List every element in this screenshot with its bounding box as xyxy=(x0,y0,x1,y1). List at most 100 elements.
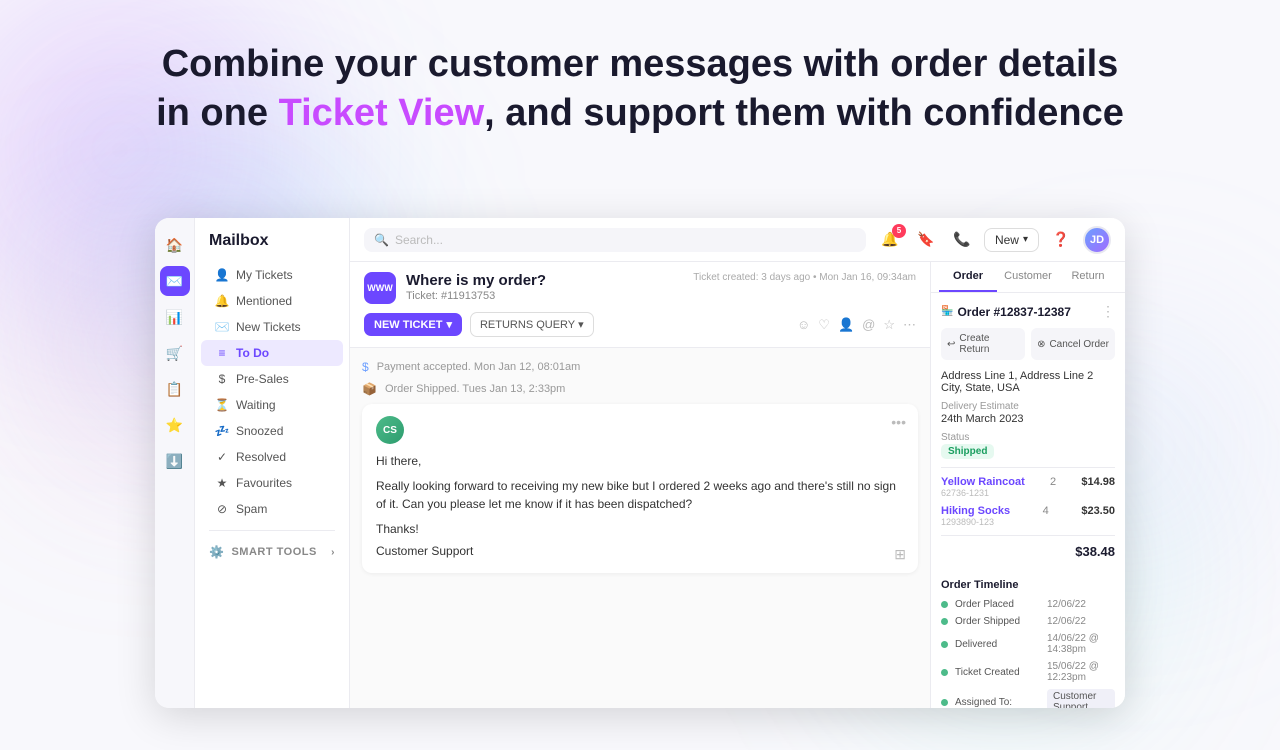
message-add-button[interactable]: ⊞ xyxy=(894,546,906,563)
order-address: Address Line 1, Address Line 2 City, Sta… xyxy=(941,370,1115,394)
order-item-0-info: Yellow Raincoat 62736-1231 xyxy=(941,476,1025,498)
store-icon: 🏪 xyxy=(941,306,953,317)
sidebar-icon-chart[interactable]: 📊 xyxy=(160,302,190,332)
message-avatar: CS xyxy=(376,416,404,444)
smart-tools-row[interactable]: ⚙️ SMART TOOLS › xyxy=(195,539,349,565)
payment-icon: $ xyxy=(362,360,369,374)
message-bubble: CS ••• Hi there, Really looking forward … xyxy=(362,404,918,573)
ticket-info: Where is my order? Ticket: #11913753 xyxy=(406,272,683,302)
notification-button[interactable]: 🔔 5 xyxy=(876,226,904,254)
presales-icon: $ xyxy=(215,372,229,386)
order-more-icon[interactable]: ⋮ xyxy=(1101,303,1115,320)
sidebar-icon-notes[interactable]: 📋 xyxy=(160,374,190,404)
main-content: 🔍 Search... 🔔 5 🔖 📞 New ▾ ❓ JD xyxy=(350,218,1125,708)
ticket-header: WWW Where is my order? Ticket: #11913753… xyxy=(350,262,930,348)
mentioned-icon: 🔔 xyxy=(215,294,229,308)
timeline-row-3: Ticket Created 15/06/22 @ 12:23pm xyxy=(941,661,1115,683)
star-action-icon[interactable]: ☆ xyxy=(883,317,895,333)
cancel-order-button[interactable]: ⊗ Cancel Order xyxy=(1031,328,1115,360)
create-return-button[interactable]: ↩ Create Return xyxy=(941,328,1025,360)
new-dropdown-button[interactable]: New ▾ xyxy=(984,228,1039,252)
ticket-panel: WWW Where is my order? Ticket: #11913753… xyxy=(350,262,930,708)
order-tabs: Order Customer Return xyxy=(931,262,1125,293)
sidebar-icon-home[interactable]: 🏠 xyxy=(160,230,190,260)
order-content: 🏪 Order #12837-12387 ⋮ ↩ Create Return ⊗… xyxy=(931,293,1125,569)
timeline-dot-1 xyxy=(941,618,948,625)
order-timeline: Order Timeline Order Placed 12/06/22 Ord… xyxy=(931,569,1125,708)
order-status: Status Shipped xyxy=(941,432,1115,459)
nav-item-waiting[interactable]: ⏳ Waiting xyxy=(201,392,343,418)
cancel-icon: ⊗ xyxy=(1037,339,1045,350)
timeline-dot-2 xyxy=(941,641,948,648)
nav-item-todo[interactable]: ≡ To Do xyxy=(201,340,343,366)
sidebar-icon-star[interactable]: ⭐ xyxy=(160,410,190,440)
spam-icon: ⊘ xyxy=(215,502,229,516)
heart-icon[interactable]: ♡ xyxy=(818,317,830,333)
order-delivery-estimate: Delivery Estimate 24th March 2023 xyxy=(941,401,1115,425)
order-header-row: 🏪 Order #12837-12387 ⋮ xyxy=(941,303,1115,320)
status-badge: Shipped xyxy=(941,444,994,459)
timeline-dot-4 xyxy=(941,699,948,706)
nav-item-new-tickets[interactable]: ✉️ New Tickets xyxy=(201,314,343,340)
order-divider-2 xyxy=(941,535,1115,536)
sidebar-icon-download[interactable]: ⬇️ xyxy=(160,446,190,476)
new-tickets-icon: ✉️ xyxy=(215,320,229,334)
headline-line2: in one Ticket View, and support them wit… xyxy=(0,89,1280,138)
favourites-icon: ★ xyxy=(215,476,229,490)
smart-tools-chevron: › xyxy=(331,547,335,558)
ship-icon: 📦 xyxy=(362,382,377,396)
message-more-button[interactable]: ••• xyxy=(891,414,906,430)
help-button[interactable]: ❓ xyxy=(1047,226,1075,254)
timeline-row-2: Delivered 14/06/22 @ 14:38pm xyxy=(941,633,1115,655)
nav-item-favourites[interactable]: ★ Favourites xyxy=(201,470,343,496)
order-item-1: Hiking Socks 1293890-123 4 $23.50 xyxy=(941,505,1115,527)
returns-query-button[interactable]: RETURNS QUERY ▾ xyxy=(470,312,594,337)
ticket-brand-avatar: WWW xyxy=(364,272,396,304)
nav-item-mentioned[interactable]: 🔔 Mentioned xyxy=(201,288,343,314)
new-ticket-button[interactable]: NEW TICKET ▾ xyxy=(364,313,462,336)
emoji-icon[interactable]: ☺ xyxy=(797,317,810,332)
ui-container: 🏠 ✉️ 📊 🛒 📋 ⭐ ⬇️ Mailbox 👤 My Tickets 🔔 M… xyxy=(155,218,1125,708)
return-icon: ↩ xyxy=(947,339,955,350)
person-tag-icon[interactable]: 👤 xyxy=(838,317,854,333)
top-bar: 🔍 Search... 🔔 5 🔖 📞 New ▾ ❓ JD xyxy=(350,218,1125,262)
order-number: 🏪 Order #12837-12387 xyxy=(941,305,1071,319)
bookmark-button[interactable]: 🔖 xyxy=(912,226,940,254)
phone-button[interactable]: 📞 xyxy=(948,226,976,254)
timeline-row-1: Order Shipped 12/06/22 xyxy=(941,616,1115,627)
sidebar-icons: 🏠 ✉️ 📊 🛒 📋 ⭐ ⬇️ xyxy=(155,218,195,708)
nav-panel: Mailbox 👤 My Tickets 🔔 Mentioned ✉️ New … xyxy=(195,218,350,708)
message-sender-row: CS xyxy=(376,416,904,444)
timeline-dot-3 xyxy=(941,669,948,676)
returns-chevron-icon: ▾ xyxy=(578,318,584,331)
timeline-dot-0 xyxy=(941,601,948,608)
order-item-0: Yellow Raincoat 62736-1231 2 $14.98 xyxy=(941,476,1115,498)
resolved-icon: ✓ xyxy=(215,450,229,464)
order-total: $38.48 xyxy=(941,544,1115,559)
sidebar-icon-mail[interactable]: ✉️ xyxy=(160,266,190,296)
order-item-1-info: Hiking Socks 1293890-123 xyxy=(941,505,1010,527)
tab-return[interactable]: Return xyxy=(1059,262,1117,292)
order-divider-1 xyxy=(941,467,1115,468)
at-icon[interactable]: @ xyxy=(862,317,875,332)
new-ticket-chevron-icon: ▾ xyxy=(446,318,452,331)
more-icon[interactable]: ⋯ xyxy=(903,317,916,333)
user-avatar[interactable]: JD xyxy=(1083,226,1111,254)
content-area: WWW Where is my order? Ticket: #11913753… xyxy=(350,262,1125,708)
nav-item-my-tickets[interactable]: 👤 My Tickets xyxy=(201,262,343,288)
ticket-id: Ticket: #11913753 xyxy=(406,290,683,302)
tab-customer[interactable]: Customer xyxy=(999,262,1057,292)
todo-icon: ≡ xyxy=(215,346,229,360)
tab-order[interactable]: Order xyxy=(939,262,997,292)
search-box[interactable]: 🔍 Search... xyxy=(364,228,866,252)
nav-item-spam[interactable]: ⊘ Spam xyxy=(201,496,343,522)
sidebar-icon-cart[interactable]: 🛒 xyxy=(160,338,190,368)
nav-item-snoozed[interactable]: 💤 Snoozed xyxy=(201,418,343,444)
order-actions-row: ↩ Create Return ⊗ Cancel Order xyxy=(941,328,1115,360)
nav-item-resolved[interactable]: ✓ Resolved xyxy=(201,444,343,470)
ticket-header-top: WWW Where is my order? Ticket: #11913753… xyxy=(364,272,916,304)
ticket-icon-actions: ☺ ♡ 👤 @ ☆ ⋯ xyxy=(797,317,916,333)
nav-item-presales[interactable]: $ Pre-Sales xyxy=(201,366,343,392)
message-area[interactable]: $ Payment accepted. Mon Jan 12, 08:01am … xyxy=(350,348,930,708)
smart-tools-icon: ⚙️ xyxy=(209,545,224,559)
